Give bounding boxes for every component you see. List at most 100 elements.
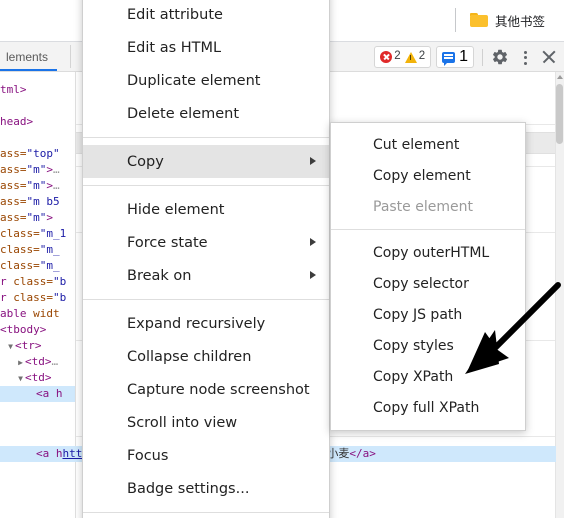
menu-item-badge-settings[interactable]: Badge settings... [83,472,329,505]
tree-row[interactable]: r class="b [0,290,75,306]
bookmark-other-bookmarks[interactable]: 其他书签 [466,8,549,32]
tree-row-selected[interactable]: <a h [0,386,75,402]
tree-row[interactable]: able widt [0,306,75,322]
kebab-menu-icon[interactable] [517,48,533,66]
anchor-close-tag: </a> [349,447,376,460]
tree-row[interactable]: ▼ <td> [0,370,75,386]
menu-item-label: Duplicate element [127,72,261,89]
error-counter[interactable]: 2 [380,50,401,63]
menu-item-label: Expand recursively [127,315,266,332]
menu-item-label: Collapse children [127,348,252,365]
menu-item-label: Copy [127,153,164,170]
message-count: 1 [459,48,468,65]
menu-item-scroll-into-view[interactable]: Scroll into view [83,406,329,439]
menu-item-copy-js-path[interactable]: Copy JS path [331,299,525,330]
menu-item-copy-xpath[interactable]: Copy XPath [331,361,525,392]
menu-item-label: Copy styles [373,337,454,354]
menu-separator [83,185,329,186]
tree-row[interactable]: ass="m b5 [0,194,75,210]
gear-icon[interactable] [491,48,509,66]
tab-elements[interactable]: lements [0,42,58,71]
menu-item-copy-full-xpath[interactable]: Copy full XPath [331,392,525,423]
tree-row[interactable]: ▶ <td>… [0,354,75,370]
menu-item-delete-element[interactable]: Delete element [83,97,329,130]
tree-row[interactable]: class="m_ [0,242,75,258]
menu-item-label: Copy outerHTML [373,244,490,261]
tree-row[interactable]: r class="b [0,274,75,290]
error-count: 2 [394,50,401,63]
bookmarks-divider [455,8,456,32]
tree-row[interactable]: ass="m"> [0,210,75,226]
menu-item-copy-outerhtml[interactable]: Copy outerHTML [331,237,525,268]
menu-item-label: Break on [127,267,192,284]
menu-item-force-state[interactable]: Force state [83,226,329,259]
devtools-toolbar-right: 2 2 1 [374,42,562,72]
styles-scrollbar[interactable] [555,72,564,518]
close-icon[interactable] [540,48,558,66]
submenu-caret-icon [310,271,316,279]
menu-item-label: Paste element [373,198,473,215]
tree-row[interactable]: ass="m">… [0,162,75,178]
menu-item-focus[interactable]: Focus [83,439,329,472]
menu-item-label: Copy XPath [373,368,454,385]
menu-item-edit-attribute[interactable]: Edit attribute [83,0,329,31]
copy-submenu[interactable]: Cut element Copy element Paste element Copy… [330,122,526,431]
tree-row[interactable]: ass="top" [0,146,75,162]
menu-separator [83,299,329,300]
menu-item-collapse-children[interactable]: Collapse children [83,340,329,373]
menu-item-duplicate-element[interactable]: Duplicate element [83,64,329,97]
menu-item-label: Scroll into view [127,414,238,431]
menu-item-label: Copy selector [373,275,469,292]
menu-item-copy-element[interactable]: Copy element [331,160,525,191]
tree-row[interactable]: <tbody> [0,322,75,338]
scroll-up-arrow-icon[interactable] [557,75,563,79]
menu-separator [83,137,329,138]
menu-item-hide-element[interactable]: Hide element [83,193,329,226]
scrollbar-thumb[interactable] [556,84,563,144]
folder-icon [470,13,488,27]
menu-item-edit-as-html[interactable]: Edit as HTML [83,31,329,64]
menu-item-label: Badge settings... [127,480,250,497]
menu-item-break-on[interactable]: Break on [83,259,329,292]
tree-row[interactable]: head> [0,114,75,130]
tree-row[interactable]: ass="m">… [0,178,75,194]
menu-item-label: Edit attribute [127,6,223,23]
menu-item-expand-recursively[interactable]: Expand recursively [83,307,329,340]
menu-item-cut-element[interactable]: Cut element [331,129,525,160]
menu-item-label: Focus [127,447,169,464]
menu-item-capture-node-screenshot[interactable]: Capture node screenshot [83,373,329,406]
menu-item-label: Force state [127,234,208,251]
issue-counters[interactable]: 2 2 [374,46,432,68]
tree-row[interactable]: ▼ <tr> [0,338,75,354]
menu-separator [83,512,329,513]
tab-elements-label: lements [6,49,49,64]
menu-item-label: Delete element [127,105,240,122]
menu-item-label: Hide element [127,201,225,218]
bookmark-other-bookmarks-label: 其他书签 [495,13,546,29]
message-counter[interactable]: 1 [436,46,474,68]
menu-item-copy[interactable]: Copy [83,145,329,178]
anchor-open-tag: <a h [36,447,63,460]
warning-count: 2 [418,50,426,63]
menu-item-label: Cut element [373,136,460,153]
tree-row[interactable]: class="m_1 [0,226,75,242]
anchor-text: 小麦 [327,447,350,460]
toolbar-separator [482,48,483,66]
warning-counter[interactable]: 2 [404,50,426,63]
elements-context-menu[interactable]: Edit attribute Edit as HTML Duplicate elem… [82,0,330,518]
submenu-caret-icon [310,157,316,165]
menu-item-paste-element: Paste element [331,191,525,222]
menu-item-label: Copy element [373,167,471,184]
tree-row[interactable]: class="m_ [0,258,75,274]
submenu-caret-icon [310,238,316,246]
warning-triangle-icon [404,51,417,63]
menu-separator [331,229,525,230]
message-bubble-icon [442,51,456,66]
toolbar-tab-separator [70,45,71,68]
tree-row[interactable]: tml> [0,82,75,98]
menu-item-copy-styles[interactable]: Copy styles [331,330,525,361]
menu-item-copy-selector[interactable]: Copy selector [331,268,525,299]
menu-item-label: Copy full XPath [373,399,480,416]
menu-item-label: Capture node screenshot [127,381,310,398]
menu-item-label: Edit as HTML [127,39,222,56]
